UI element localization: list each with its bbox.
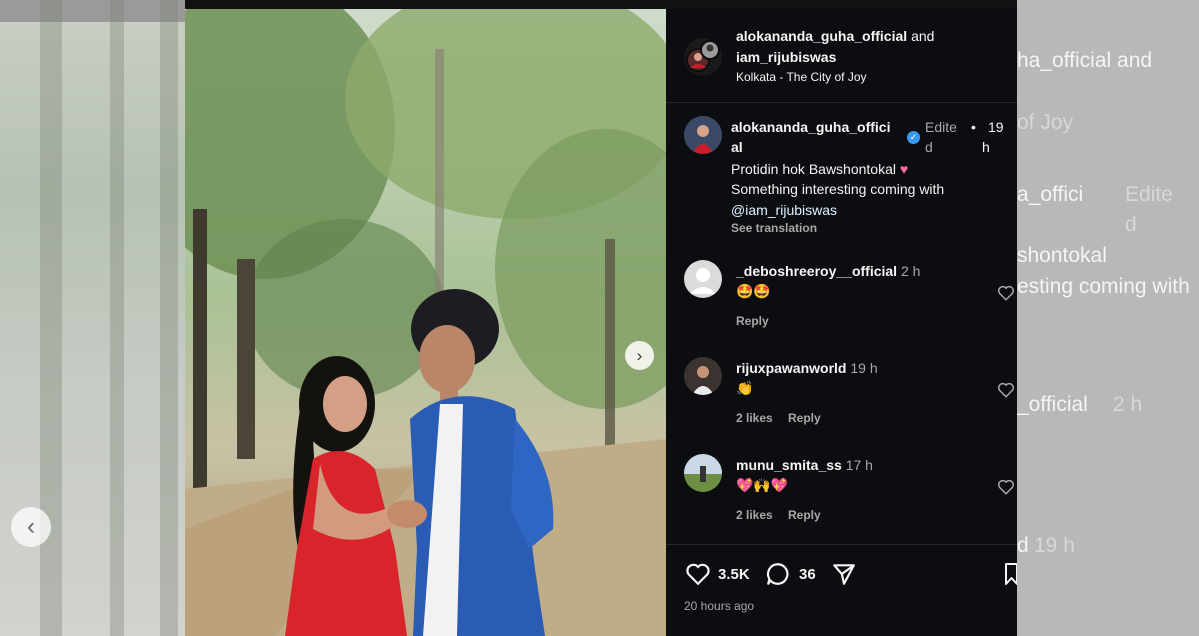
comment-username[interactable]: _deboshreeroy__official xyxy=(736,263,897,279)
comment-username[interactable]: rijuxpawanworld xyxy=(736,360,846,376)
collaborator-username[interactable]: iam_rijubiswas xyxy=(736,47,836,67)
avatar-image xyxy=(684,116,722,154)
and-text: and xyxy=(911,28,935,44)
ghost-text: _official xyxy=(1017,393,1088,416)
edited-label: Edite xyxy=(925,119,957,135)
avatar-image xyxy=(686,40,720,72)
caption-time-wrap: h xyxy=(982,139,990,155)
edited-label-wrap: d xyxy=(925,139,933,155)
background-tree xyxy=(160,0,178,636)
previous-post-button[interactable]: ‹ xyxy=(11,507,51,547)
comment-icon[interactable] xyxy=(764,561,792,587)
ghost-text: of Joy xyxy=(1017,111,1074,134)
location-link[interactable]: Kolkata - The City of Joy xyxy=(736,67,867,87)
comment-time: 2 h xyxy=(900,263,921,279)
comment-avatar[interactable] xyxy=(684,454,722,492)
actions-divider xyxy=(666,544,1017,545)
ghost-text: Edite xyxy=(1125,183,1173,206)
comment-time: 19 h xyxy=(850,360,878,376)
comment-header: rijuxpawanworld 19 h xyxy=(736,358,878,378)
comments-count[interactable]: 36 xyxy=(799,565,816,585)
caption-username[interactable]: alokananda_guha_offici xyxy=(731,117,890,137)
next-image-button[interactable]: › xyxy=(625,341,654,370)
ghost-text: 2 h xyxy=(1113,393,1143,416)
comment-text: 💖🙌💖 xyxy=(736,477,789,493)
background-strip xyxy=(0,0,185,22)
comment-username[interactable]: munu_smita_ss xyxy=(736,457,842,473)
reply-button[interactable]: Reply xyxy=(736,311,769,331)
caption-line-2: Something interesting coming with xyxy=(731,181,945,197)
caption-time: 19 xyxy=(988,119,1004,135)
comment-like-icon[interactable] xyxy=(997,381,1015,399)
collab-avatar[interactable] xyxy=(684,38,722,76)
see-translation-button[interactable]: See translation xyxy=(731,218,817,238)
comment-time: 17 h xyxy=(845,457,873,473)
background-blur-right: ha_official and of Joy a_offici Edite d … xyxy=(1017,0,1199,636)
reply-button[interactable]: Reply xyxy=(788,505,821,525)
pink-heart-icon: ♥ xyxy=(899,161,909,177)
post-authors: alokananda_guha_official and xyxy=(736,26,1006,46)
verified-icon: ✓ xyxy=(907,131,920,144)
reply-button[interactable]: Reply xyxy=(788,408,821,428)
comment-like-icon[interactable] xyxy=(997,478,1015,496)
caption-text: Protidin hok Bawshontokal xyxy=(731,161,896,177)
comment-avatar[interactable] xyxy=(684,260,722,298)
ghost-text: d xyxy=(1125,213,1137,236)
comment-text: 👏 xyxy=(736,380,754,396)
header-divider xyxy=(666,102,1017,103)
modal-top-bar xyxy=(185,0,1017,9)
bookmark-icon[interactable] xyxy=(1004,562,1017,586)
author-avatar[interactable] xyxy=(684,116,722,154)
couple-photo-illustration xyxy=(185,9,666,636)
author-username[interactable]: alokananda_guha_official xyxy=(736,28,907,44)
background-tree xyxy=(110,0,124,636)
avatar-image xyxy=(684,357,722,395)
ghost-text: a_offici xyxy=(1017,183,1084,206)
comment-likes[interactable]: 2 likes xyxy=(736,505,773,525)
likes-count[interactable]: 3.5K xyxy=(718,565,750,585)
ghost-text: d xyxy=(1017,534,1029,557)
ghost-text: esting coming with xyxy=(1017,275,1190,298)
comment-avatar[interactable] xyxy=(684,357,722,395)
comment-text: 🤩🤩 xyxy=(736,283,771,299)
caption-line-1: Protidin hok Bawshontokal ♥ xyxy=(731,159,908,179)
comment-like-icon[interactable] xyxy=(997,284,1015,302)
like-icon[interactable] xyxy=(684,561,712,587)
ghost-text: 19 h xyxy=(1034,534,1075,557)
default-user-icon xyxy=(690,268,716,294)
mention-link[interactable]: @iam_rijubiswas xyxy=(731,200,837,220)
post-timestamp: 20 hours ago xyxy=(684,599,755,613)
ghost-text: shontokal xyxy=(1017,244,1107,267)
ghost-text: ha_official and xyxy=(1017,49,1153,72)
share-icon[interactable] xyxy=(830,561,858,587)
caption-username-wrap[interactable]: al xyxy=(731,137,743,157)
avatar-image xyxy=(684,454,722,492)
comment-header: _deboshreeroy__official 2 h xyxy=(736,261,920,281)
post-photo[interactable]: › xyxy=(185,9,666,636)
post-details-panel: alokananda_guha_official and iam_rijubis… xyxy=(666,9,1017,636)
comment-header: munu_smita_ss 17 h xyxy=(736,455,873,475)
comment-likes[interactable]: 2 likes xyxy=(736,408,773,428)
separator-dot: • xyxy=(971,119,976,135)
